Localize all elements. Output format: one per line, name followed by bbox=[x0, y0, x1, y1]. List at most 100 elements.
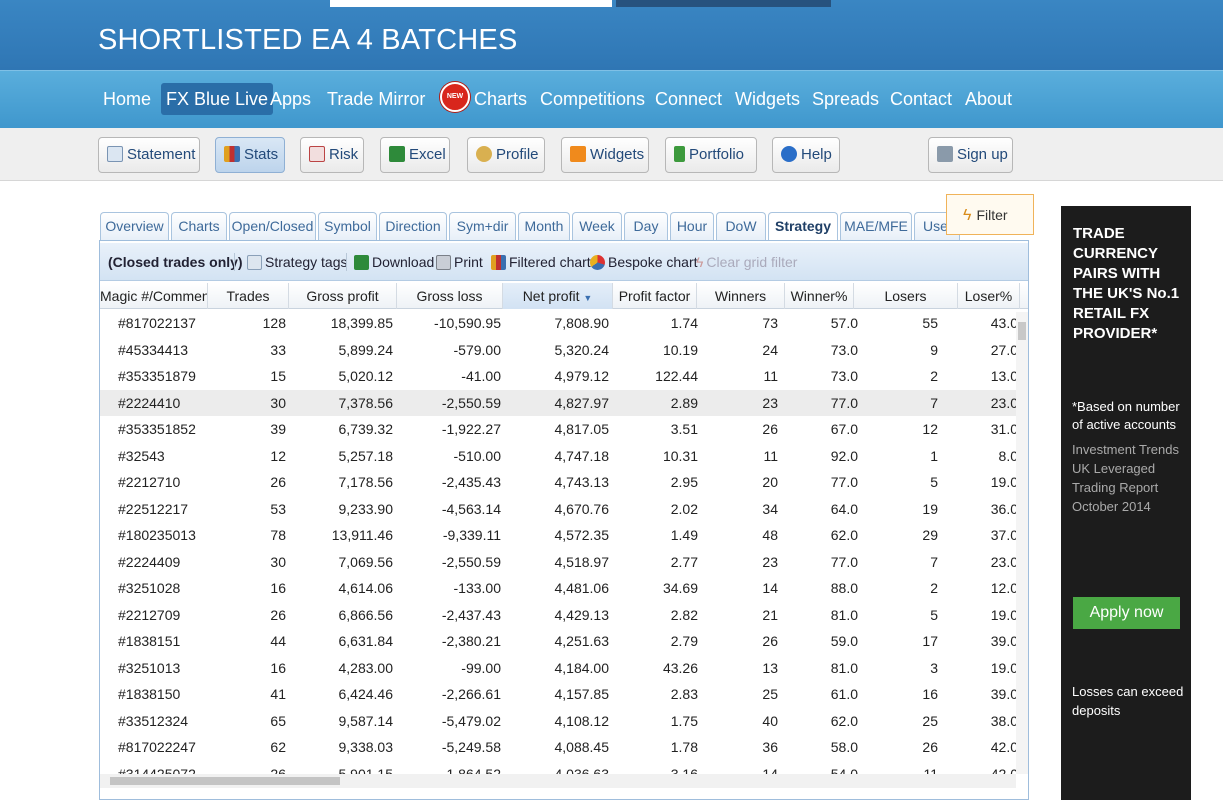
tab-open-closed[interactable]: Open/Closed bbox=[229, 212, 316, 240]
nav-competitions[interactable]: Competitions bbox=[535, 83, 650, 115]
col-winners[interactable]: Winners bbox=[697, 283, 785, 309]
col-winner-pct[interactable]: Winner% bbox=[785, 283, 854, 309]
table-row[interactable]: #45334413 33 5,899.24 -579.00 5,320.24 10.19 2… bbox=[100, 337, 1020, 364]
signup-button[interactable]: Sign up bbox=[928, 137, 1013, 173]
cell-gross-loss: -10,590.95 bbox=[434, 315, 501, 331]
cell-winner-pct: 54.0 bbox=[830, 765, 858, 775]
risk-label: Risk bbox=[329, 146, 359, 163]
strategy-tags-label: Strategy tags bbox=[265, 254, 348, 270]
table-row[interactable]: #2224409 30 7,069.56 -2,550.59 4,518.97 2.77 2… bbox=[100, 549, 1020, 576]
nav-fx-blue-live[interactable]: FX Blue Live bbox=[161, 83, 274, 115]
table-row[interactable]: #2212709 26 6,866.56 -2,437.43 4,429.13 2.82 2… bbox=[100, 602, 1020, 629]
clear-filter-label: Clear grid filter bbox=[706, 254, 798, 270]
cell-net-profit: 4,827.97 bbox=[554, 394, 610, 411]
col-gross-profit[interactable]: Gross profit bbox=[289, 283, 397, 309]
table-row[interactable]: #3251013 16 4,283.00 -99.00 4,184.00 43.26 13 8… bbox=[100, 655, 1020, 682]
top-ad-banner-dark[interactable] bbox=[616, 0, 831, 7]
nav-trade-mirror[interactable]: Trade Mirror bbox=[322, 83, 430, 115]
nav-contact[interactable]: Contact bbox=[885, 83, 957, 115]
cell-losers: 55 bbox=[922, 315, 938, 331]
stats-label: Stats bbox=[244, 146, 279, 163]
col-losers[interactable]: Losers bbox=[854, 283, 958, 309]
cell-gross-profit: 9,338.03 bbox=[338, 739, 394, 755]
portfolio-button[interactable]: Portfolio bbox=[665, 137, 757, 173]
bespoke-chart-button[interactable]: Bespoke chart bbox=[590, 254, 698, 270]
nav-apps[interactable]: Apps bbox=[265, 83, 316, 115]
top-ad-banner[interactable] bbox=[330, 0, 612, 7]
tab-dow[interactable]: DoW bbox=[716, 212, 766, 240]
tab-charts[interactable]: Charts bbox=[171, 212, 227, 240]
horizontal-scroll-thumb[interactable] bbox=[110, 777, 340, 785]
cell-losers: 29 bbox=[922, 527, 938, 543]
strategy-tags-button[interactable]: Strategy tags bbox=[247, 254, 348, 270]
table-row[interactable]: #817022247 62 9,338.03 -5,249.58 4,088.45 1.7… bbox=[100, 734, 1020, 761]
cell-net-profit: 7,808.90 bbox=[554, 315, 610, 331]
table-row[interactable]: #314425072 26 5,901.15 -1,864.52 4,036.63 3.1… bbox=[100, 761, 1020, 775]
table-row[interactable]: #22512217 53 9,233.90 -4,563.14 4,670.76 2.02… bbox=[100, 496, 1020, 523]
download-button[interactable]: Download bbox=[354, 254, 434, 270]
tab-mae-mfe[interactable]: MAE/MFE bbox=[840, 212, 912, 240]
vertical-scrollbar[interactable] bbox=[1016, 312, 1028, 774]
cell-loser-pct: 23.0 bbox=[990, 394, 1018, 411]
cell-loser-pct: 37.0 bbox=[990, 527, 1018, 543]
widgets-button[interactable]: Widgets bbox=[561, 137, 649, 173]
col-profit-factor[interactable]: Profit factor bbox=[613, 283, 697, 309]
excel-button[interactable]: Excel bbox=[380, 137, 450, 173]
nav-connect[interactable]: Connect bbox=[650, 83, 727, 115]
nav-home[interactable]: Home bbox=[98, 83, 156, 115]
profile-label: Profile bbox=[496, 146, 539, 163]
col-loser-pct[interactable]: Loser% bbox=[958, 283, 1020, 309]
table-row[interactable]: #353351852 39 6,739.32 -1,922.27 4,817.05 3.5… bbox=[100, 416, 1020, 443]
tab-week[interactable]: Week bbox=[572, 212, 622, 240]
col-magic-comment[interactable]: Magic #/Comment bbox=[100, 283, 208, 309]
profile-button[interactable]: Profile bbox=[467, 137, 545, 173]
tab-month[interactable]: Month bbox=[518, 212, 570, 240]
risk-button[interactable]: Risk bbox=[300, 137, 364, 173]
tab-hour[interactable]: Hour bbox=[670, 212, 714, 240]
col-gross-loss[interactable]: Gross loss bbox=[397, 283, 503, 309]
cell-magic: #1838150 bbox=[118, 686, 181, 702]
table-row[interactable]: #1838151 44 6,631.84 -2,380.21 4,251.63 2.79 2… bbox=[100, 628, 1020, 655]
table-row[interactable]: #1838150 41 6,424.46 -2,266.61 4,157.85 2.83 2… bbox=[100, 681, 1020, 708]
cell-winners: 40 bbox=[762, 712, 778, 729]
statement-label: Statement bbox=[127, 146, 196, 163]
cell-gross-loss: -1,922.27 bbox=[441, 421, 501, 437]
tab-day[interactable]: Day bbox=[624, 212, 668, 240]
filtered-chart-button[interactable]: Filtered chart bbox=[491, 254, 591, 270]
table-row[interactable]: #353351879 15 5,020.12 -41.00 4,979.12 122.44… bbox=[100, 363, 1020, 390]
nav-widgets[interactable]: Widgets bbox=[730, 83, 805, 115]
cell-magic: #22512217 bbox=[118, 500, 189, 517]
cell-trades: 30 bbox=[270, 553, 286, 570]
tab-overview[interactable]: Overview bbox=[100, 212, 169, 240]
cell-winners: 26 bbox=[762, 421, 778, 437]
nav-charts[interactable]: Charts bbox=[469, 83, 532, 115]
clear-grid-filter-button[interactable]: ϟ Clear grid filter bbox=[696, 254, 797, 270]
table-row[interactable]: #817022137 128 18,399.85 -10,590.95 7,808.90… bbox=[100, 310, 1020, 337]
print-button[interactable]: Print bbox=[436, 254, 483, 270]
tab-strategy[interactable]: Strategy bbox=[768, 212, 838, 241]
nav-about[interactable]: About bbox=[960, 83, 1017, 115]
stats-button[interactable]: Stats bbox=[215, 137, 285, 173]
tab-sym-dir[interactable]: Sym+dir bbox=[449, 212, 516, 240]
col-trades[interactable]: Trades bbox=[208, 283, 289, 309]
table-row[interactable]: #32543 12 5,257.18 -510.00 4,747.18 10.31 11 92… bbox=[100, 443, 1020, 470]
cell-magic: #33512324 bbox=[118, 712, 189, 729]
table-row[interactable]: #2212710 26 7,178.56 -2,435.43 4,743.13 2.95 2… bbox=[100, 469, 1020, 496]
cell-profit-factor: 10.19 bbox=[662, 341, 698, 358]
statement-button[interactable]: Statement bbox=[98, 137, 200, 173]
col-net-profit[interactable]: Net profit ▼ bbox=[503, 283, 613, 309]
tab-direction[interactable]: Direction bbox=[379, 212, 447, 240]
table-row[interactable]: #2224410 30 7,378.56 -2,550.59 4,827.97 2.89 2… bbox=[100, 389, 1020, 416]
tab-symbol[interactable]: Symbol bbox=[318, 212, 377, 240]
table-row[interactable]: #3251028 16 4,614.06 -133.00 4,481.06 34.69 14… bbox=[100, 575, 1020, 602]
filter-button[interactable]: ϟ Filter bbox=[946, 194, 1034, 235]
apply-now-button[interactable]: Apply now bbox=[1073, 597, 1180, 629]
horizontal-scrollbar[interactable] bbox=[100, 774, 1016, 788]
table-row[interactable]: #180235013 78 13,911.46 -9,339.11 4,572.35 1.… bbox=[100, 522, 1020, 549]
vertical-scroll-thumb[interactable] bbox=[1018, 322, 1026, 340]
cell-winner-pct: 64.0 bbox=[830, 500, 858, 517]
help-button[interactable]: Help bbox=[772, 137, 840, 173]
table-row[interactable]: #33512324 65 9,587.14 -5,479.02 4,108.12 1.75… bbox=[100, 708, 1020, 735]
side-advert[interactable]: TRADE CURRENCY PAIRS WITH THE UK'S No.1 … bbox=[1061, 206, 1191, 800]
nav-spreads[interactable]: Spreads bbox=[807, 83, 884, 115]
